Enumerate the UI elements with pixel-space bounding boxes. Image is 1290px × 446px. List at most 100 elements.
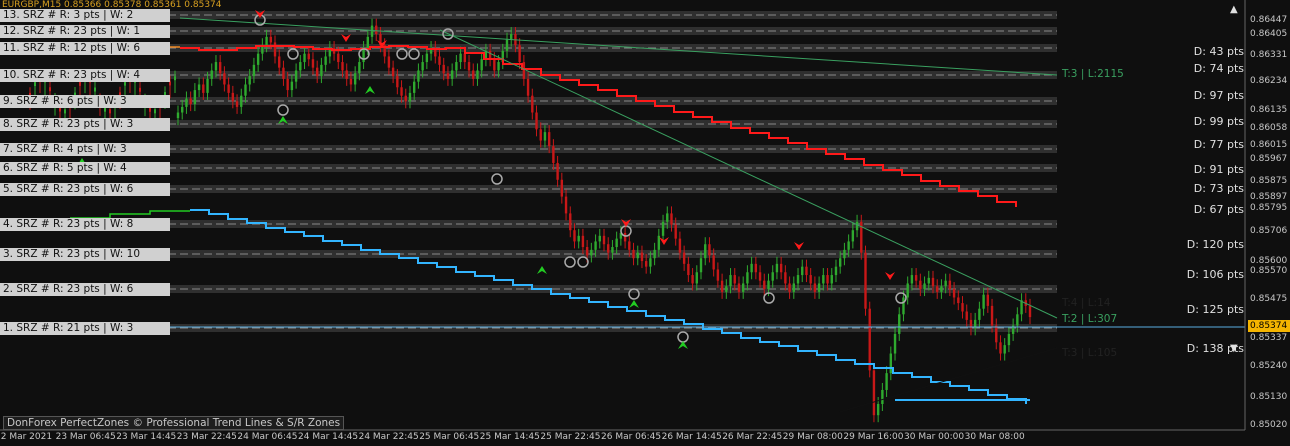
candle-body <box>898 314 901 334</box>
candle-body <box>611 247 614 253</box>
candle-body <box>830 275 833 284</box>
candle-body <box>919 280 922 290</box>
candle-body <box>320 64 323 77</box>
candle-body <box>982 294 985 309</box>
candle-body <box>999 342 1002 354</box>
candle-body <box>459 53 462 63</box>
price-tick-label: 0.85337 <box>1250 333 1288 343</box>
candle-body <box>223 73 226 85</box>
zone-distance-label: D: 91 pts <box>1193 163 1244 176</box>
scroll-up-icon[interactable]: ▲ <box>1230 4 1238 15</box>
candle-body <box>881 389 884 404</box>
current-price-marker: 0.85374 <box>1248 320 1290 332</box>
candle-body <box>944 280 947 287</box>
candle-body <box>425 53 429 63</box>
time-tick-label: 25 Mar 22:45 <box>540 432 601 442</box>
candle-body <box>670 213 673 225</box>
candle-body <box>396 76 399 88</box>
candle-body <box>843 249 846 259</box>
price-tick-label: 0.86058 <box>1250 123 1288 133</box>
candle-body <box>720 280 724 292</box>
price-tick-label: 0.85570 <box>1250 266 1288 276</box>
candle-body <box>1007 333 1011 346</box>
zone-label: 4. SRZ # R: 23 pts | W: 8 <box>0 218 170 231</box>
candle-body <box>488 50 492 60</box>
time-tick-label: 29 Mar 08:00 <box>782 432 843 442</box>
candle-body <box>64 109 66 114</box>
candle-body <box>636 252 639 259</box>
zone-distance-label: D: 74 pts <box>1193 62 1244 75</box>
candle-body <box>252 64 256 77</box>
candle-body <box>543 132 547 141</box>
candle-body <box>408 92 412 102</box>
candle-body <box>49 87 51 92</box>
candle-body <box>851 230 855 242</box>
scroll-down-icon[interactable]: ▼ <box>1230 343 1238 354</box>
candle-body <box>455 62 458 71</box>
candle-body <box>872 370 876 416</box>
zone-distance-label: D: 120 pts <box>1186 238 1244 251</box>
time-tick-label: 26 Mar 06:45 <box>601 432 662 442</box>
time-tick-label: 24 Mar 14:45 <box>298 432 359 442</box>
price-tick-label: 0.85967 <box>1250 154 1288 164</box>
time-tick-label: 23 Mar 22:45 <box>176 432 237 442</box>
candle-body <box>124 81 126 86</box>
candle-body <box>189 98 192 105</box>
candle-body <box>649 258 652 267</box>
zone-distance-label: D: 67 pts <box>1193 203 1244 216</box>
time-tick-label: 22 Mar 2021 <box>0 432 53 442</box>
candle-body <box>197 84 201 91</box>
candle-body <box>269 36 272 43</box>
price-tick-label: 0.85875 <box>1250 176 1288 186</box>
candle-body <box>552 146 555 163</box>
zone-label: 2. SRZ # R: 23 pts | W: 6 <box>0 283 170 296</box>
candle-body <box>185 98 188 107</box>
candle-body <box>712 255 715 270</box>
candle-body <box>404 95 407 102</box>
candle-body <box>914 275 918 281</box>
candle-body <box>227 84 230 93</box>
trendline-label-t4: T:4 | L:14 <box>1062 297 1111 309</box>
candle-body <box>640 252 644 262</box>
zone-distance-label: D: 99 pts <box>1193 115 1244 128</box>
candle-body <box>235 101 239 107</box>
candle-body <box>353 73 357 85</box>
price-tick-label: 0.85240 <box>1250 361 1288 371</box>
candle-body <box>876 403 880 416</box>
zone-label: 7. SRZ # R: 4 pts | W: 3 <box>0 143 170 156</box>
candle-body <box>957 297 960 304</box>
candle-body <box>341 62 344 71</box>
candle-body <box>265 36 268 46</box>
footer-credit: DonForex PerfectZones © Professional Tre… <box>3 416 345 430</box>
candle-body <box>231 92 235 102</box>
candle-body <box>704 244 707 259</box>
candle-body <box>535 112 538 130</box>
candle-body <box>767 280 770 290</box>
candle-body <box>193 90 197 105</box>
zone-label: 10. SRZ # R: 23 pts | W: 4 <box>0 69 170 82</box>
candle-body <box>315 67 319 77</box>
candle-body <box>775 263 779 273</box>
candle-body <box>34 82 36 87</box>
candle-body <box>716 269 720 281</box>
zone-label: 11. SRZ # R: 12 pts | W: 6 <box>0 42 170 55</box>
candle-body <box>370 25 374 37</box>
candle-body <box>391 67 395 77</box>
candle-body <box>682 252 686 264</box>
candle-body <box>442 64 445 74</box>
candle-body <box>324 56 327 65</box>
candle-body <box>1016 314 1019 326</box>
candle-body <box>497 62 500 71</box>
candle-body <box>510 34 513 40</box>
candle-body <box>906 283 909 298</box>
candle-body <box>885 373 888 390</box>
candle-body <box>923 283 926 290</box>
candle-body <box>607 244 610 253</box>
candle-body <box>801 266 804 276</box>
zone-distance-label: D: 77 pts <box>1193 138 1244 151</box>
candle-body <box>995 325 998 343</box>
candle-body <box>273 42 277 57</box>
zone-label: 3. SRZ # R: 23 pts | W: 10 <box>0 248 170 261</box>
candle-body <box>750 263 753 273</box>
candle-body <box>708 244 711 256</box>
